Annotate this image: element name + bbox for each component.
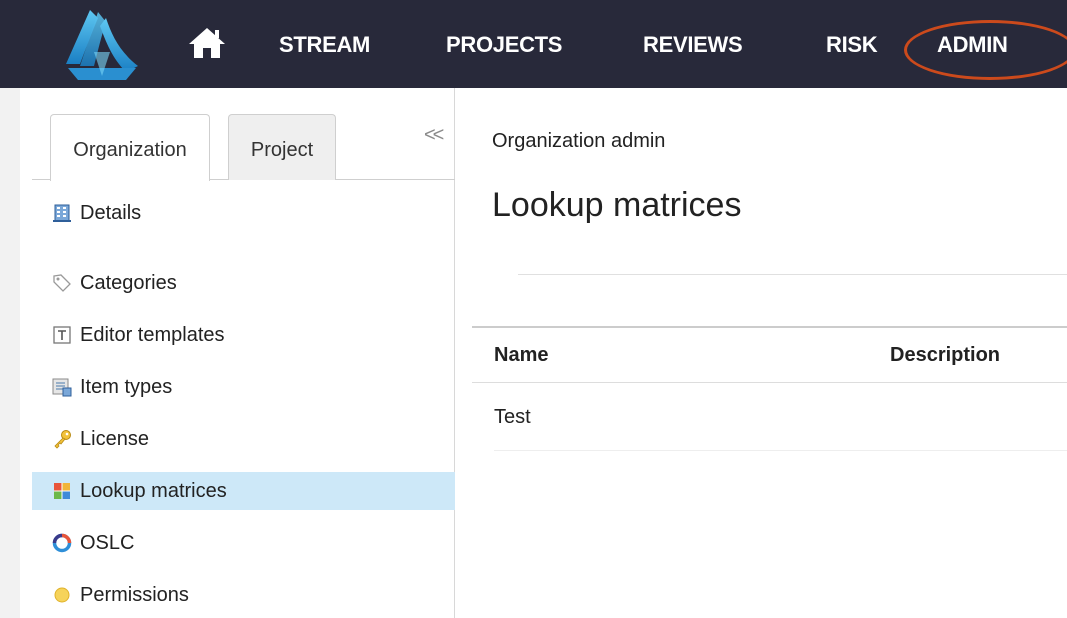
oslc-icon	[52, 533, 72, 553]
nav-reviews[interactable]: REVIEWS	[643, 30, 743, 60]
template-icon	[53, 326, 71, 344]
sidebar-item-oslc[interactable]: OSLC	[32, 524, 455, 562]
sidebar-tabbar: Organization Project	[32, 114, 455, 181]
sidebar-item-label: OSLC	[80, 531, 135, 554]
tag-icon	[53, 274, 71, 292]
nav-stream[interactable]: STREAM	[279, 30, 370, 60]
column-header-name[interactable]: Name	[494, 344, 548, 367]
sidebar-item-label: License	[80, 427, 149, 450]
permissions-icon	[54, 587, 70, 603]
sidebar-item-label: Item types	[80, 375, 173, 398]
breadcrumb[interactable]: Organization admin	[492, 130, 665, 153]
nav-risk[interactable]: RISK	[826, 30, 878, 60]
matrix-icon	[54, 483, 70, 499]
column-header-description[interactable]: Description	[890, 344, 1000, 367]
sidebar-item-categories[interactable]: Categories	[32, 264, 455, 302]
sidebar-item-permissions[interactable]: Permissions	[32, 576, 455, 614]
collapse-sidebar-icon[interactable]: <<	[424, 124, 444, 147]
tab-organization[interactable]: Organization	[50, 114, 210, 181]
sidebar-item-editor-templates[interactable]: Editor templates	[32, 316, 455, 354]
sidebar-item-item-types[interactable]: Item types	[32, 368, 455, 406]
table-top-border	[472, 326, 1067, 328]
building-icon	[53, 204, 71, 222]
header-divider	[472, 382, 1067, 383]
sidebar-item-label: Details	[80, 201, 142, 224]
sidebar-item-details[interactable]: Details	[32, 194, 455, 232]
sidebar-item-lookup-matrices[interactable]: Lookup matrices	[32, 472, 455, 510]
nav-admin[interactable]: ADMIN	[937, 30, 1008, 60]
sidebar-item-label: Lookup matrices	[80, 479, 227, 502]
sidebar-item-label: Editor templates	[80, 323, 225, 346]
sidebar-item-label: Categories	[80, 271, 177, 294]
row-divider	[494, 450, 1067, 451]
main-content: Organization admin Lookup matrices Name …	[472, 88, 1067, 618]
table-row[interactable]: Test	[494, 406, 531, 429]
key-icon	[54, 430, 71, 449]
admin-menu: Details Categories Editor templates Item…	[32, 194, 455, 614]
item-types-icon	[52, 378, 72, 397]
page-title: Lookup matrices	[492, 186, 742, 224]
top-nav: STREAM PROJECTS REVIEWS RISK ADMIN	[0, 0, 1067, 88]
tab-project[interactable]: Project	[228, 114, 336, 180]
app-window: STREAM PROJECTS REVIEWS RISK ADMIN Organ…	[0, 0, 1067, 618]
sidebar-item-label: Permissions	[80, 583, 189, 606]
sidebar: Organization Project << Details Categori…	[0, 88, 455, 618]
home-icon[interactable]	[187, 26, 227, 60]
app-logo-icon[interactable]	[60, 6, 144, 84]
divider	[518, 274, 1067, 275]
nav-projects[interactable]: PROJECTS	[446, 30, 562, 60]
sidebar-item-license[interactable]: License	[32, 420, 455, 458]
